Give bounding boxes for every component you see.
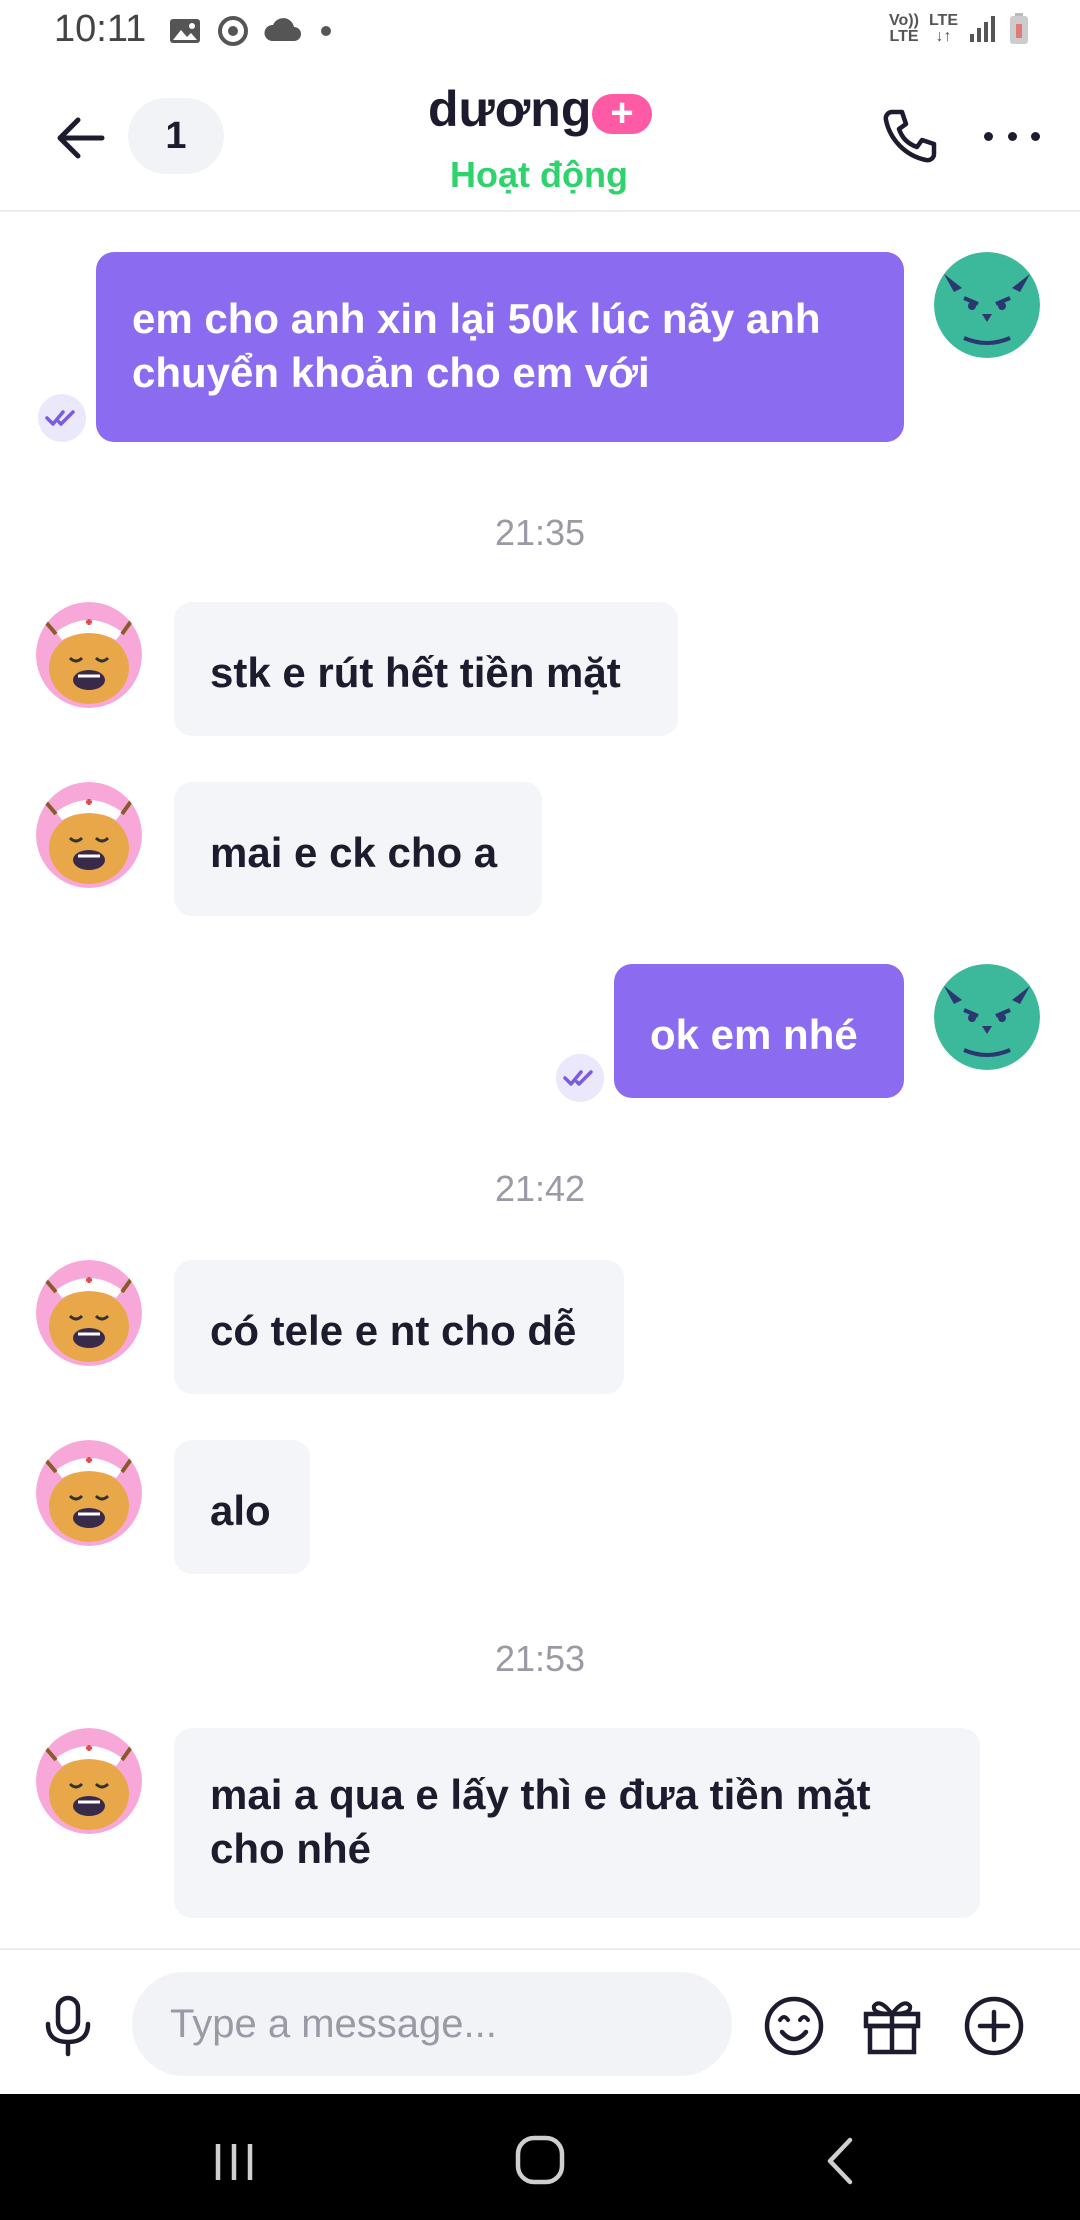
more-horizontal-icon-dot [1007,131,1017,141]
more-button[interactable] [984,124,1040,148]
contact-avatar[interactable] [36,782,142,888]
microphone-icon [45,1995,91,2057]
attach-button[interactable] [962,1994,1026,2058]
reindeer-avatar-icon [36,602,142,708]
incoming-message[interactable]: alo [174,1440,310,1574]
monster-avatar-icon [934,964,1040,1070]
recent-apps-icon [215,2144,253,2180]
incoming-message[interactable]: mai a qua e lấy thì e đưa tiền mặt cho n… [174,1728,980,1918]
battery-icon [1010,13,1028,44]
incoming-message[interactable]: mai e ck cho a [174,782,542,916]
recent-apps-button[interactable] [212,2140,256,2189]
more-horizontal-icon-dot [984,131,993,141]
my-avatar[interactable] [934,964,1040,1070]
time-separator: 21:53 [494,1638,586,1679]
contact-avatar[interactable] [36,1728,142,1834]
reindeer-avatar-icon [36,1728,142,1834]
cloud-icon [264,18,301,41]
system-nav-bar [0,2094,1080,2220]
reindeer-avatar-icon [36,1260,142,1366]
status-time: 10:11 [54,8,147,50]
message-composer [0,1948,1080,2096]
call-button[interactable] [880,106,940,166]
contact-avatar[interactable] [36,1260,142,1366]
unread-count-badge[interactable]: 1 [128,98,224,174]
arrow-left-icon [57,117,105,159]
volte-icon: Vo)) LTE [889,12,919,45]
monster-avatar-icon [934,252,1040,358]
dot-icon [321,26,331,36]
nav-back-button[interactable] [820,2136,860,2191]
system-icons: Vo)) LTE LTE ↓↑ [889,12,1030,46]
outgoing-message[interactable]: em cho anh xin lại 50k lúc nãy anh chuyể… [96,252,904,442]
lte-icon: LTE ↓↑ [928,12,958,45]
outgoing-message[interactable]: ok em nhé [614,964,904,1098]
contact-status: Hoạt động [450,154,628,195]
signal-icon [970,16,995,42]
gift-icon [863,2001,921,2055]
sync-icon [218,16,248,46]
plus-circle-icon [964,1996,1024,2056]
voice-button[interactable] [40,1994,96,2058]
contact-avatar[interactable] [36,1440,142,1546]
seen-check-icon [556,1054,604,1102]
incoming-message[interactable]: stk e rút hết tiền mặt [174,602,678,736]
incoming-message[interactable]: có tele e nt cho dễ [174,1260,624,1394]
smiley-icon [764,1996,824,2056]
gallery-icon [170,19,200,43]
plus-badge: + [592,93,652,134]
contact-avatar[interactable] [36,602,142,708]
status-bar: 10:11 Vo)) LTE LTE ↓↑ [0,0,1080,64]
chat-header: 1 dương + Hoạt động [0,64,1080,212]
gift-button[interactable] [860,1994,924,2058]
more-horizontal-icon-dot [1031,131,1040,141]
phone-icon [883,109,937,163]
time-separator: 21:35 [494,512,586,553]
reindeer-avatar-icon [36,1440,142,1546]
seen-check-icon [38,394,86,442]
notification-icons [168,14,336,48]
time-separator: 21:42 [494,1168,586,1209]
reindeer-avatar-icon [36,782,142,888]
emoji-button[interactable] [762,1994,826,2058]
back-button[interactable] [52,110,108,166]
my-avatar[interactable] [934,252,1040,358]
message-input[interactable] [132,1972,732,2076]
chevron-left-icon [827,2137,853,2185]
contact-name[interactable]: dương [428,80,591,138]
home-icon [515,2135,565,2185]
home-button[interactable] [514,2134,566,2191]
